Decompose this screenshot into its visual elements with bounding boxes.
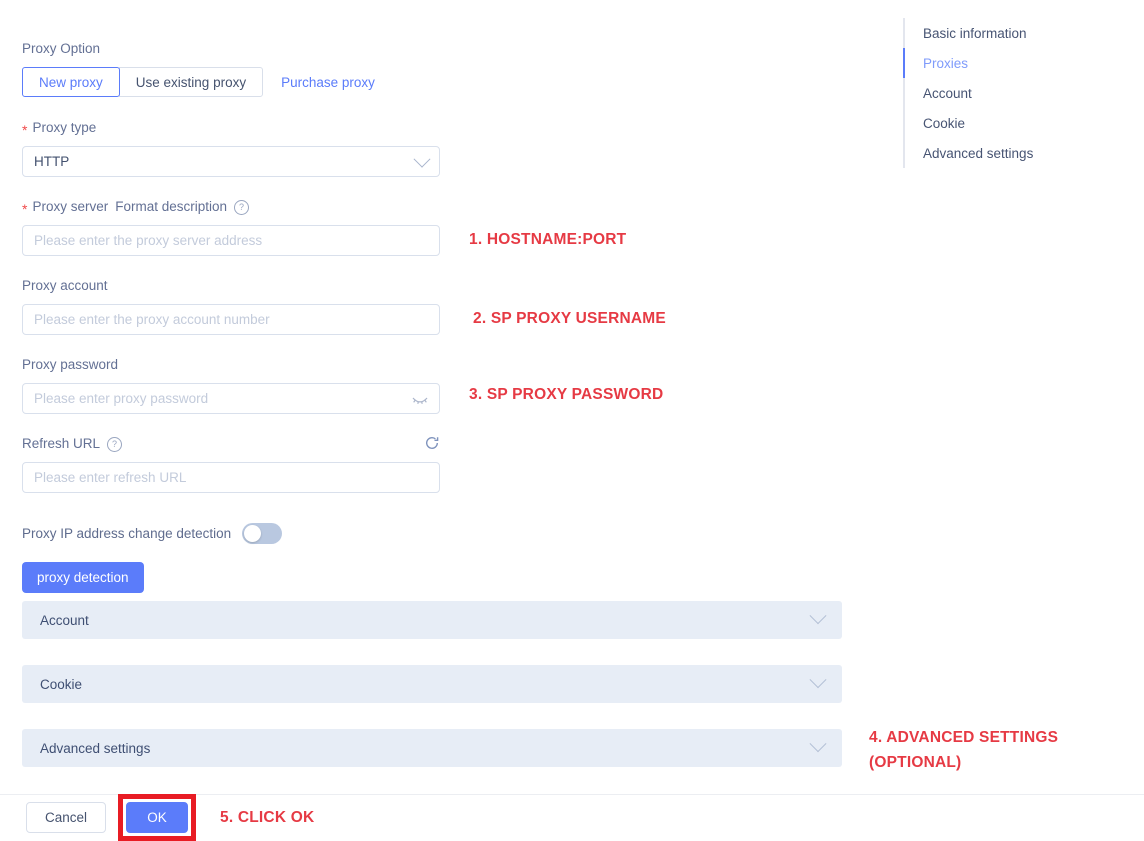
proxy-option-segmented-control: New proxy Use existing proxy Purchase pr…: [22, 67, 442, 97]
proxy-type-label: * Proxy type: [22, 119, 442, 137]
proxy-option-group: New proxy Use existing proxy: [22, 67, 264, 97]
refresh-icon[interactable]: [424, 435, 440, 451]
anchor-item-account[interactable]: Account: [923, 78, 1033, 108]
proxy-password-label-text: Proxy password: [22, 357, 119, 372]
purchase-proxy-link-label: Purchase proxy: [281, 74, 375, 90]
section-advanced-settings-title: Advanced settings: [40, 740, 151, 756]
annotation-4-advanced-settings: 4. ADVANCED SETTINGS (OPTIONAL): [869, 729, 1059, 771]
anchor-item-cookie[interactable]: Cookie: [923, 108, 1033, 138]
proxy-server-placeholder: Please enter the proxy server address: [34, 233, 263, 248]
anchor-item-proxies[interactable]: Proxies: [923, 48, 1033, 78]
proxy-server-label: * Proxy server Format description ?: [22, 198, 442, 216]
tab-new-proxy-label: New proxy: [39, 74, 103, 90]
section-advanced-settings[interactable]: Advanced settings: [22, 729, 842, 767]
anchor-item-account-label: Account: [923, 85, 972, 101]
section-cookie-title: Cookie: [40, 676, 83, 692]
anchor-item-cookie-label: Cookie: [923, 115, 966, 131]
section-cookie[interactable]: Cookie: [22, 665, 842, 703]
refresh-url-label-text: Refresh URL: [22, 436, 101, 451]
proxy-settings-dialog: Proxy Option New proxy Use existing prox…: [0, 0, 1144, 841]
refresh-url-placeholder: Please enter refresh URL: [34, 470, 187, 485]
proxy-type-value: HTTP: [34, 154, 70, 169]
anchor-item-advanced-settings-label: Advanced settings: [923, 145, 1034, 161]
anchor-item-basic-information[interactable]: Basic information: [923, 18, 1033, 48]
tab-use-existing-proxy[interactable]: Use existing proxy: [118, 67, 264, 97]
required-asterisk-icon: *: [22, 201, 28, 217]
anchor-nav: Basic information Proxies Account Cookie…: [903, 18, 1033, 168]
cancel-button[interactable]: Cancel: [26, 802, 107, 833]
anchor-nav-items: Basic information Proxies Account Cookie…: [905, 18, 1033, 168]
anchor-item-proxies-label: Proxies: [923, 55, 969, 71]
chevron-down-icon: [809, 607, 827, 625]
anchor-nav-rail: [903, 18, 905, 168]
ip-change-detection-label: Proxy IP address change detection: [22, 526, 232, 541]
ok-button[interactable]: OK: [126, 802, 189, 833]
proxy-account-input[interactable]: Please enter the proxy account number: [22, 304, 440, 335]
eye-off-icon[interactable]: [412, 393, 428, 405]
anchor-item-basic-information-label: Basic information: [923, 25, 1027, 41]
chevron-down-icon: [413, 150, 431, 168]
tab-use-existing-proxy-label: Use existing proxy: [135, 74, 247, 90]
annotation-5-click-ok: 5. CLICK OK: [220, 808, 315, 826]
ip-change-detection-toggle[interactable]: [242, 523, 283, 544]
collapsible-sections: Account Cookie Advanced settings: [22, 601, 842, 793]
annotation-1-hostname-port: 1. HOSTNAME:PORT: [469, 231, 627, 248]
section-account[interactable]: Account: [22, 601, 842, 639]
question-circle-icon[interactable]: ?: [234, 199, 250, 215]
toggle-knob: [244, 525, 262, 542]
proxy-password-label: Proxy password: [22, 356, 442, 374]
proxy-type-label-text: Proxy type: [32, 120, 97, 135]
ip-change-detection-row: Proxy IP address change detection: [22, 523, 442, 544]
anchor-nav-active-indicator: [903, 48, 905, 78]
proxy-password-placeholder: Please enter proxy password: [34, 391, 209, 406]
proxy-form: Proxy Option New proxy Use existing prox…: [22, 40, 442, 593]
dialog-footer: Cancel OK 5. CLICK OK: [0, 794, 1144, 841]
proxy-server-label-text: Proxy server: [32, 199, 109, 214]
proxy-account-label-text: Proxy account: [22, 278, 108, 293]
proxy-type-select[interactable]: HTTP: [22, 146, 440, 177]
refresh-url-label: Refresh URL ?: [22, 435, 440, 453]
chevron-down-icon: [809, 671, 827, 689]
chevron-down-icon: [809, 735, 827, 753]
required-asterisk-icon: *: [22, 122, 28, 138]
annotation-2-proxy-username: 2. SP PROXY USERNAME: [473, 310, 666, 327]
question-circle-icon[interactable]: ?: [107, 436, 123, 452]
tab-new-proxy[interactable]: New proxy: [22, 67, 120, 97]
proxy-detection-button[interactable]: proxy detection: [22, 562, 144, 593]
ok-button-highlight: OK: [118, 794, 197, 841]
refresh-url-input[interactable]: Please enter refresh URL: [22, 462, 440, 493]
proxy-account-label: Proxy account: [22, 277, 442, 295]
format-description-link[interactable]: Format description: [115, 198, 227, 216]
proxy-server-input[interactable]: Please enter the proxy server address: [22, 225, 440, 256]
anchor-item-advanced-settings[interactable]: Advanced settings: [923, 138, 1033, 168]
proxy-option-label-text: Proxy Option: [22, 41, 101, 56]
annotation-3-proxy-password: 3. SP PROXY PASSWORD: [469, 386, 664, 403]
section-account-title: Account: [40, 612, 89, 628]
proxy-password-input[interactable]: Please enter proxy password: [22, 383, 440, 414]
proxy-option-label: Proxy Option: [22, 40, 442, 58]
purchase-proxy-link[interactable]: Purchase proxy: [281, 75, 375, 90]
proxy-account-placeholder: Please enter the proxy account number: [34, 312, 270, 327]
